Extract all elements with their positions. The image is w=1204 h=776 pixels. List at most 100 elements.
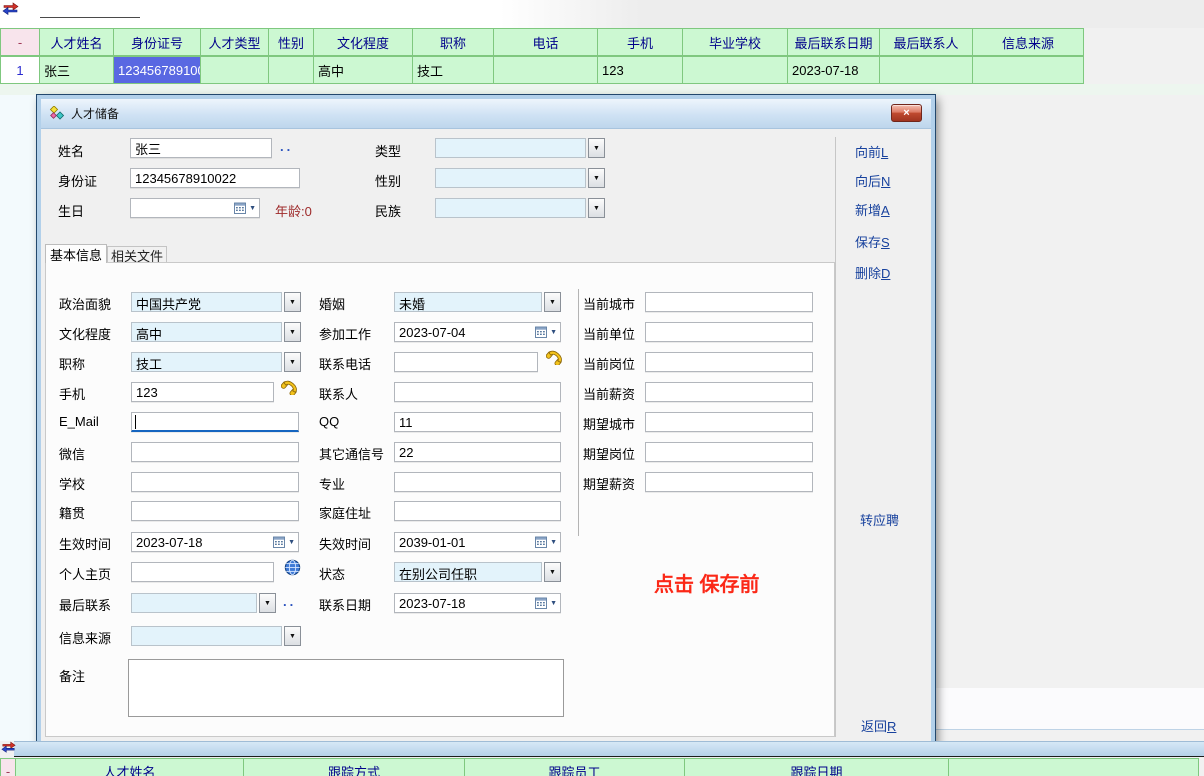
- marriage-value[interactable]: 未婚: [394, 292, 542, 312]
- phone-dial-icon[interactable]: [546, 347, 566, 365]
- gender-combo[interactable]: ▼: [435, 168, 605, 188]
- header-cell[interactable]: 职称: [412, 28, 494, 56]
- nav-forward-link[interactable]: 向前L: [855, 142, 888, 161]
- save-link[interactable]: 保存S: [855, 232, 890, 251]
- header-cell[interactable]: 最后联系日期: [787, 28, 880, 56]
- data-cell[interactable]: 高中: [313, 56, 413, 84]
- school-input[interactable]: [131, 472, 299, 492]
- header-cell[interactable]: 跟踪日期: [684, 758, 949, 776]
- header-cell[interactable]: 人才姓名: [39, 28, 114, 56]
- phone-dial-icon[interactable]: [281, 377, 301, 395]
- remark-textarea[interactable]: [128, 659, 564, 717]
- swap-arrows-icon[interactable]: [1, 741, 16, 753]
- current-position-input[interactable]: [645, 352, 813, 372]
- dropdown-arrow-icon[interactable]: ▼: [544, 562, 561, 582]
- dropdown-arrow-icon[interactable]: ▼: [259, 593, 276, 613]
- dialog-titlebar[interactable]: 人才储备 ×: [41, 99, 931, 129]
- dropdown-arrow-icon[interactable]: ▼: [588, 138, 605, 158]
- current-salary-input[interactable]: [645, 382, 813, 402]
- data-cell-selected[interactable]: 12345678910022: [113, 56, 201, 84]
- last-contact-more-button[interactable]: ..: [283, 594, 296, 609]
- header-cell[interactable]: 手机: [597, 28, 683, 56]
- header-cell[interactable]: 人才姓名: [15, 758, 244, 776]
- contact-person-input[interactable]: [394, 382, 561, 402]
- name-more-button[interactable]: ..: [280, 139, 293, 154]
- bottom-splitter-band[interactable]: [14, 741, 1204, 757]
- education-combo[interactable]: 高中 ▼: [131, 322, 301, 342]
- header-cell[interactable]: 人才类型: [200, 28, 269, 56]
- header-cell[interactable]: 文化程度: [313, 28, 413, 56]
- last-contact-combo[interactable]: ▼: [131, 593, 276, 613]
- add-link[interactable]: 新增A: [855, 200, 890, 219]
- grid-corner-cell[interactable]: -: [0, 28, 40, 56]
- delete-link[interactable]: 删除D: [855, 263, 890, 282]
- expiry-datepicker[interactable]: 2039-01-01 ▼: [394, 532, 561, 552]
- header-cell[interactable]: 性别: [268, 28, 314, 56]
- political-status-value[interactable]: 中国共产党: [131, 292, 282, 312]
- grid-corner-cell[interactable]: -: [0, 758, 16, 776]
- idcard-input[interactable]: [130, 168, 300, 188]
- row-number-cell[interactable]: 1: [0, 56, 40, 84]
- info-source-combo[interactable]: ▼: [131, 626, 301, 646]
- dropdown-arrow-icon[interactable]: ▼: [544, 292, 561, 312]
- header-cell[interactable]: 身份证号: [113, 28, 201, 56]
- header-cell[interactable]: 跟踪方式: [243, 758, 465, 776]
- data-cell[interactable]: 张三: [39, 56, 114, 84]
- current-company-input[interactable]: [645, 322, 813, 342]
- type-combo[interactable]: ▼: [435, 138, 605, 158]
- contact-phone-input[interactable]: [394, 352, 538, 372]
- data-cell[interactable]: [493, 56, 598, 84]
- home-address-input[interactable]: [394, 501, 561, 521]
- major-input[interactable]: [394, 472, 561, 492]
- tab-related-files[interactable]: 相关文件: [107, 246, 167, 263]
- dropdown-arrow-icon[interactable]: ▼: [588, 168, 605, 188]
- dropdown-arrow-icon[interactable]: ▼: [284, 352, 301, 372]
- job-title-combo[interactable]: 技工 ▼: [131, 352, 301, 372]
- dropdown-arrow-icon[interactable]: ▼: [284, 626, 301, 646]
- effective-datepicker[interactable]: 2023-07-18 ▼: [131, 532, 299, 552]
- dropdown-arrow-icon[interactable]: ▼: [284, 322, 301, 342]
- header-cell[interactable]: 电话: [493, 28, 598, 56]
- data-cell[interactable]: [682, 56, 788, 84]
- job-title-value[interactable]: 技工: [131, 352, 282, 372]
- data-cell[interactable]: [200, 56, 269, 84]
- tab-basic-info[interactable]: 基本信息: [45, 244, 107, 263]
- data-cell[interactable]: 技工: [412, 56, 494, 84]
- education-value[interactable]: 高中: [131, 322, 282, 342]
- marriage-combo[interactable]: 未婚 ▼: [394, 292, 561, 312]
- data-cell[interactable]: [972, 56, 1084, 84]
- header-cell-empty[interactable]: [948, 758, 1199, 776]
- globe-icon[interactable]: [284, 559, 301, 576]
- status-combo[interactable]: 在别公司任职 ▼: [394, 562, 561, 582]
- email-input[interactable]: [131, 412, 299, 432]
- birthday-datepicker[interactable]: ▼: [130, 198, 260, 218]
- dropdown-arrow-icon[interactable]: ▼: [284, 292, 301, 312]
- return-link[interactable]: 返回R: [861, 716, 896, 735]
- info-source-value[interactable]: [131, 626, 282, 646]
- swap-arrows-icon[interactable]: [2, 2, 19, 15]
- name-input[interactable]: [130, 138, 272, 158]
- ethnic-combo-value[interactable]: [435, 198, 586, 218]
- ethnic-combo[interactable]: ▼: [435, 198, 605, 218]
- header-cell[interactable]: 最后联系人: [879, 28, 973, 56]
- expected-position-input[interactable]: [645, 442, 813, 462]
- wechat-input[interactable]: [131, 442, 299, 462]
- gender-combo-value[interactable]: [435, 168, 586, 188]
- data-cell[interactable]: 123: [597, 56, 683, 84]
- expected-salary-input[interactable]: [645, 472, 813, 492]
- expected-city-input[interactable]: [645, 412, 813, 432]
- mobile-input[interactable]: [131, 382, 274, 402]
- type-combo-value[interactable]: [435, 138, 586, 158]
- current-city-input[interactable]: [645, 292, 813, 312]
- work-start-datepicker[interactable]: 2023-07-04 ▼: [394, 322, 561, 342]
- close-button[interactable]: ×: [891, 104, 922, 122]
- transfer-to-recruit-link[interactable]: 转应聘: [860, 510, 899, 529]
- other-im-input[interactable]: [394, 442, 561, 462]
- dropdown-arrow-icon[interactable]: ▼: [588, 198, 605, 218]
- political-status-combo[interactable]: 中国共产党 ▼: [131, 292, 301, 312]
- data-cell[interactable]: [879, 56, 973, 84]
- last-contact-value[interactable]: [131, 593, 257, 613]
- header-cell[interactable]: 跟踪员工: [464, 758, 685, 776]
- contact-datepicker[interactable]: 2023-07-18 ▼: [394, 593, 561, 613]
- native-place-input[interactable]: [131, 501, 299, 521]
